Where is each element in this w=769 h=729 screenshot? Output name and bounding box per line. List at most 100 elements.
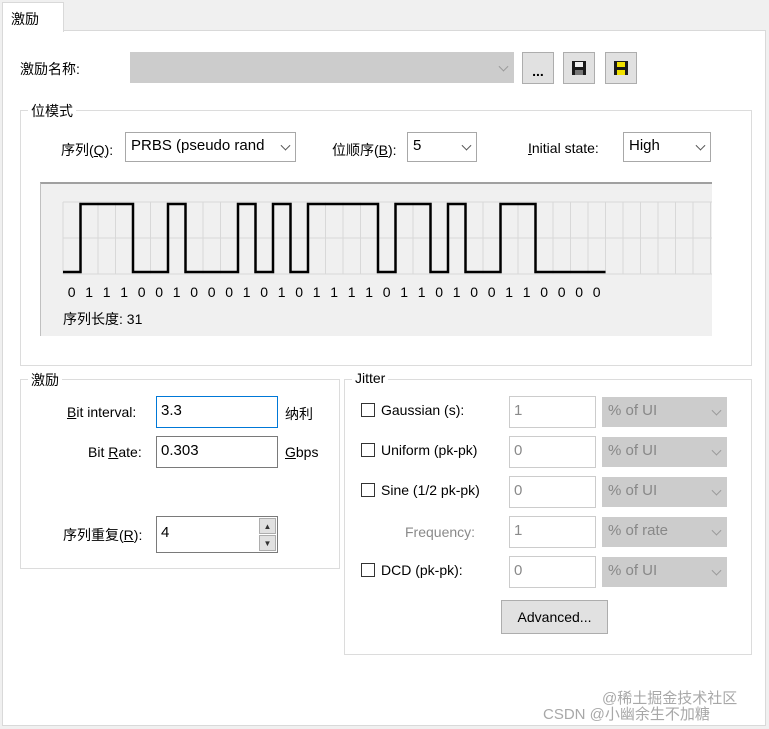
bit-value: 0 xyxy=(382,284,391,300)
frequency-input[interactable]: 1 xyxy=(509,516,596,548)
bit-value: 1 xyxy=(172,284,181,300)
gaussian-label: Gaussian (s): xyxy=(381,402,465,418)
sequence-length: 序列长度: 31 xyxy=(63,311,143,327)
chevron-down-icon xyxy=(711,405,722,416)
chevron-down-icon xyxy=(711,445,722,456)
sine-checkbox[interactable] xyxy=(361,483,375,497)
bit-order-select[interactable]: 5 xyxy=(407,132,477,162)
uniform-checkbox[interactable] xyxy=(361,443,375,457)
bit-value: 0 xyxy=(540,284,549,300)
bit-value: 0 xyxy=(260,284,269,300)
bit-value: 0 xyxy=(557,284,566,300)
bit-order-value: 5 xyxy=(413,137,422,154)
bit-value: 1 xyxy=(522,284,531,300)
save-button[interactable] xyxy=(563,52,595,84)
bit-values: 0111001000101011110110100110000 xyxy=(41,284,712,304)
bit-value: 0 xyxy=(575,284,584,300)
chevron-down-icon xyxy=(711,485,722,496)
bit-value: 1 xyxy=(417,284,426,300)
bit-value: 0 xyxy=(67,284,76,300)
bit-value: 1 xyxy=(312,284,321,300)
bit-value: 0 xyxy=(435,284,444,300)
bit-value: 1 xyxy=(85,284,94,300)
bit-value: 0 xyxy=(592,284,601,300)
uniform-input[interactable]: 0 xyxy=(509,436,596,468)
bit-value: 0 xyxy=(155,284,164,300)
frequency-unit-select[interactable]: % of rate xyxy=(602,517,727,547)
bit-value: 0 xyxy=(190,284,199,300)
bit-rate-unit: Gbps xyxy=(285,444,319,460)
dcd-checkbox[interactable] xyxy=(361,563,375,577)
sequence-label: 序列(Q): xyxy=(61,142,114,158)
bit-value: 0 xyxy=(470,284,479,300)
save-as-button[interactable] xyxy=(605,52,637,84)
dcd-label: DCD (pk-pk): xyxy=(381,562,463,578)
stimulus-title: 激励 xyxy=(28,370,62,390)
gaussian-input[interactable]: 1 xyxy=(509,396,596,428)
dcd-input[interactable]: 0 xyxy=(509,556,596,588)
waveform-display: 0111001000101011110110100110000 序列长度: 31 xyxy=(40,182,712,336)
jitter-title: Jitter xyxy=(352,370,389,386)
tab-label: 激励 xyxy=(11,11,39,27)
chevron-down-icon xyxy=(711,565,722,576)
initial-state-label: Initial state: xyxy=(528,140,599,156)
bit-interval-input[interactable]: 3.3 xyxy=(156,396,278,428)
bit-value: 0 xyxy=(295,284,304,300)
repeat-label: 序列重复(R): xyxy=(63,527,143,543)
bit-value: 1 xyxy=(452,284,461,300)
bit-value: 1 xyxy=(347,284,356,300)
repeat-stepper[interactable]: 4 ▲ ▼ xyxy=(156,516,278,553)
bit-value: 0 xyxy=(225,284,234,300)
sine-input[interactable]: 0 xyxy=(509,476,596,508)
bit-value: 0 xyxy=(137,284,146,300)
increment-button[interactable]: ▲ xyxy=(259,518,276,534)
bit-value: 1 xyxy=(365,284,374,300)
bit-interval-label: Bit interval: xyxy=(67,404,137,420)
bit-value: 1 xyxy=(120,284,129,300)
sine-label: Sine (1/2 pk-pk) xyxy=(381,482,480,498)
down-arrow-icon: ▼ xyxy=(263,538,272,548)
bit-value: 1 xyxy=(330,284,339,300)
initial-state-select[interactable]: High xyxy=(623,132,711,162)
advanced-label: Advanced... xyxy=(517,609,592,625)
dcd-unit-select[interactable]: % of UI xyxy=(602,557,727,587)
bit-interval-unit: 纳利 xyxy=(285,406,313,422)
frequency-label: Frequency: xyxy=(405,524,476,540)
gaussian-checkbox[interactable] xyxy=(361,403,375,417)
stimulus-name-label: 激励名称: xyxy=(20,61,80,77)
bit-value: 1 xyxy=(277,284,286,300)
advanced-button[interactable]: Advanced... xyxy=(501,600,608,634)
uniform-label: Uniform (pk-pk) xyxy=(381,442,478,458)
bit-value: 0 xyxy=(487,284,496,300)
save-icon xyxy=(572,61,586,75)
repeat-value: 4 xyxy=(161,524,170,541)
browse-label: ... xyxy=(532,63,544,79)
sine-unit-select[interactable]: % of UI xyxy=(602,477,727,507)
stimulus-name-select[interactable] xyxy=(130,52,514,83)
watermark-text-2: CSDN @小幽余生不加糖 xyxy=(543,706,710,723)
chevron-down-icon xyxy=(695,140,706,151)
uniform-unit-select[interactable]: % of UI xyxy=(602,437,727,467)
bit-value: 1 xyxy=(505,284,514,300)
gaussian-unit-select[interactable]: % of UI xyxy=(602,397,727,427)
waveform-plot xyxy=(62,201,712,275)
bit-rate-label: Bit Rate: xyxy=(88,444,142,460)
bit-value: 1 xyxy=(400,284,409,300)
chevron-down-icon xyxy=(711,525,722,536)
sequence-select[interactable]: PRBS (pseudo rand xyxy=(125,132,296,162)
chevron-down-icon xyxy=(461,140,472,151)
bit-order-label: 位顺序(B): xyxy=(332,142,397,158)
decrement-button[interactable]: ▼ xyxy=(259,535,276,551)
bit-pattern-title: 位模式 xyxy=(28,101,76,121)
save-as-icon xyxy=(614,61,628,75)
bit-value: 0 xyxy=(207,284,216,300)
chevron-down-icon xyxy=(280,140,291,151)
browse-button[interactable]: ... xyxy=(522,52,554,84)
up-arrow-icon: ▲ xyxy=(263,521,272,531)
bit-value: 1 xyxy=(102,284,111,300)
sequence-value: PRBS (pseudo rand xyxy=(131,137,265,154)
bit-value: 1 xyxy=(242,284,251,300)
tab-stimulus[interactable]: 激励 xyxy=(2,2,64,32)
bit-rate-input[interactable]: 0.303 xyxy=(156,436,278,468)
initial-state-value: High xyxy=(629,137,660,154)
